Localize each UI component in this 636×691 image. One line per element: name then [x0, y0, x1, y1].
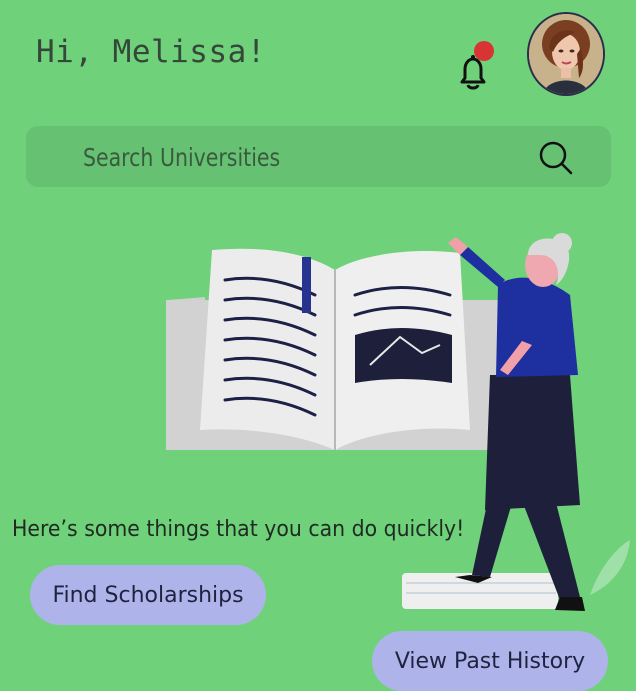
- search-input[interactable]: Search Universities: [83, 143, 280, 172]
- view-past-history-button[interactable]: View Past History: [372, 631, 608, 691]
- search-icon[interactable]: [536, 138, 576, 178]
- search-bar[interactable]: Search Universities: [26, 126, 611, 187]
- open-book-reader-illustration: [166, 233, 630, 611]
- avatar[interactable]: [527, 12, 605, 96]
- greeting-title: Hi, Melissa!: [36, 34, 266, 70]
- find-scholarships-button[interactable]: Find Scholarships: [30, 565, 266, 625]
- profile-photo: [529, 14, 603, 94]
- quick-actions-heading: Here’s some things that you can do quick…: [12, 517, 465, 542]
- notification-badge: [474, 41, 494, 61]
